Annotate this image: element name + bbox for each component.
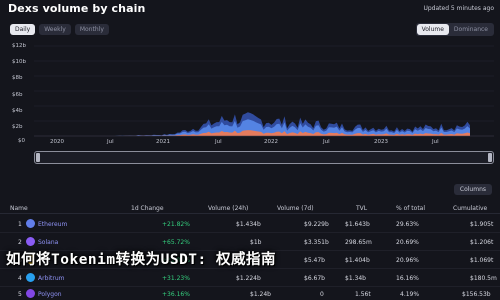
tab-daily[interactable]: Daily <box>10 24 36 35</box>
volume-7d: $5.47b <box>304 257 325 264</box>
volume-7d: 0 <box>320 291 324 298</box>
volume-7d: $3.351b <box>304 239 329 246</box>
y-tick-label: $10b <box>12 59 26 65</box>
y-tick-label: $0 <box>18 138 25 144</box>
chart-range-slider[interactable] <box>34 151 494 164</box>
tvl: $1.34b <box>345 275 366 282</box>
polygon-icon <box>26 289 35 298</box>
tvl: $1.404b <box>345 257 370 264</box>
column-header-percent-total[interactable]: % of total <box>396 205 425 212</box>
column-header-volume-24h[interactable]: Volume (24h) <box>208 205 248 212</box>
cumulative-volume: $156.53b <box>462 291 491 298</box>
updated-timestamp: Updated 5 minutes ago <box>423 5 494 12</box>
volume-24h: $1.434b <box>236 221 261 228</box>
cumulative-volume: $1.206t <box>470 239 494 246</box>
x-tick-label: Jul <box>215 139 222 145</box>
overlay-title: 如何将Tokenim转换为USDT: 权威指南 <box>6 252 276 268</box>
range-slider-right-handle[interactable] <box>488 153 492 162</box>
row-rank: 1 <box>18 221 22 228</box>
table-row[interactable]: 5 Polygon +36.16% $1.24b 0 1.56t 4.19% $… <box>0 285 500 300</box>
x-tick-label: 2022 <box>264 139 278 145</box>
chain-name-link[interactable]: Polygon <box>38 291 62 298</box>
page-title: Dexs volume by chain <box>8 2 146 15</box>
y-tick-label: $6b <box>12 92 23 98</box>
x-tick-label: 2020 <box>50 139 64 145</box>
percent-of-total: 4.19% <box>400 291 420 298</box>
row-rank: 4 <box>18 275 22 282</box>
tvl: $1.643b <box>345 221 370 228</box>
columns-button[interactable]: Columns <box>453 184 492 195</box>
cumulative-volume: $1.905t <box>470 221 494 228</box>
table-row[interactable]: 1 Ethereum +21.82% $1.434b $9.229b $1.64… <box>0 215 500 233</box>
x-tick-label: 2023 <box>374 139 388 145</box>
volume-24h: $1.24b <box>250 291 271 298</box>
header: Dexs volume by chain Updated 5 minutes a… <box>0 0 500 22</box>
tvl: 298.65m <box>345 239 372 246</box>
cumulative-volume: $1.069t <box>470 257 494 264</box>
y-tick-label: $4b <box>12 108 23 114</box>
tab-weekly[interactable]: Weekly <box>39 24 71 35</box>
volume-7d: $9.229b <box>304 221 329 228</box>
range-slider-left-handle[interactable] <box>36 153 40 162</box>
percent-of-total: 20.96% <box>396 257 419 264</box>
cumulative-volume: $180.5m <box>470 275 497 282</box>
range-tabs: Daily Weekly Monthly <box>10 24 109 35</box>
x-tick-label: Jul <box>323 139 330 145</box>
chain-name-link[interactable]: Arbitrum <box>38 275 65 282</box>
change-1d: +65.72% <box>162 239 190 246</box>
column-header-tvl[interactable]: TVL <box>356 205 367 212</box>
percent-of-total: 29.63% <box>396 221 419 228</box>
x-tick-label: Jul <box>432 139 439 145</box>
tvl: 1.56t <box>355 291 371 298</box>
column-header-cumulative[interactable]: Cumulative <box>453 205 487 212</box>
volume-7d: $6.67b <box>304 275 325 282</box>
y-tick-label: $12b <box>12 43 26 49</box>
column-header-name[interactable]: Name <box>10 205 28 212</box>
y-tick-label: $8b <box>12 75 23 81</box>
volume-24h: $1.224b <box>236 275 261 282</box>
change-1d: +36.16% <box>162 291 190 298</box>
column-header-volume-7d[interactable]: Volume (7d) <box>277 205 314 212</box>
change-1d: +21.82% <box>162 221 190 228</box>
change-1d: +31.23% <box>162 275 190 282</box>
ethereum-icon <box>26 219 35 228</box>
volume-24h: $1b <box>250 239 262 246</box>
solana-icon <box>26 237 35 246</box>
volume-toggle[interactable]: Volume <box>416 24 449 35</box>
volume-chart <box>0 36 500 154</box>
x-tick-label: 2021 <box>156 139 170 145</box>
y-tick-label: $2b <box>12 124 23 130</box>
x-tick-label: Jul <box>107 139 114 145</box>
percent-of-total: 16.16% <box>396 275 419 282</box>
metric-toggle: Volume Dominance <box>415 23 494 36</box>
arbitrum-icon <box>26 273 35 282</box>
tab-monthly[interactable]: Monthly <box>74 24 109 35</box>
volume-chart-svg <box>34 45 494 137</box>
chain-name-link[interactable]: Solana <box>38 239 58 246</box>
chain-name-link[interactable]: Ethereum <box>38 221 67 228</box>
dominance-toggle[interactable]: Dominance <box>449 24 493 35</box>
row-rank: 5 <box>18 291 22 298</box>
row-rank: 2 <box>18 239 22 246</box>
table-header: Name 1d Change Volume (24h) Volume (7d) … <box>0 202 500 214</box>
percent-of-total: 20.69% <box>396 239 419 246</box>
column-header-1d-change[interactable]: 1d Change <box>131 205 164 212</box>
